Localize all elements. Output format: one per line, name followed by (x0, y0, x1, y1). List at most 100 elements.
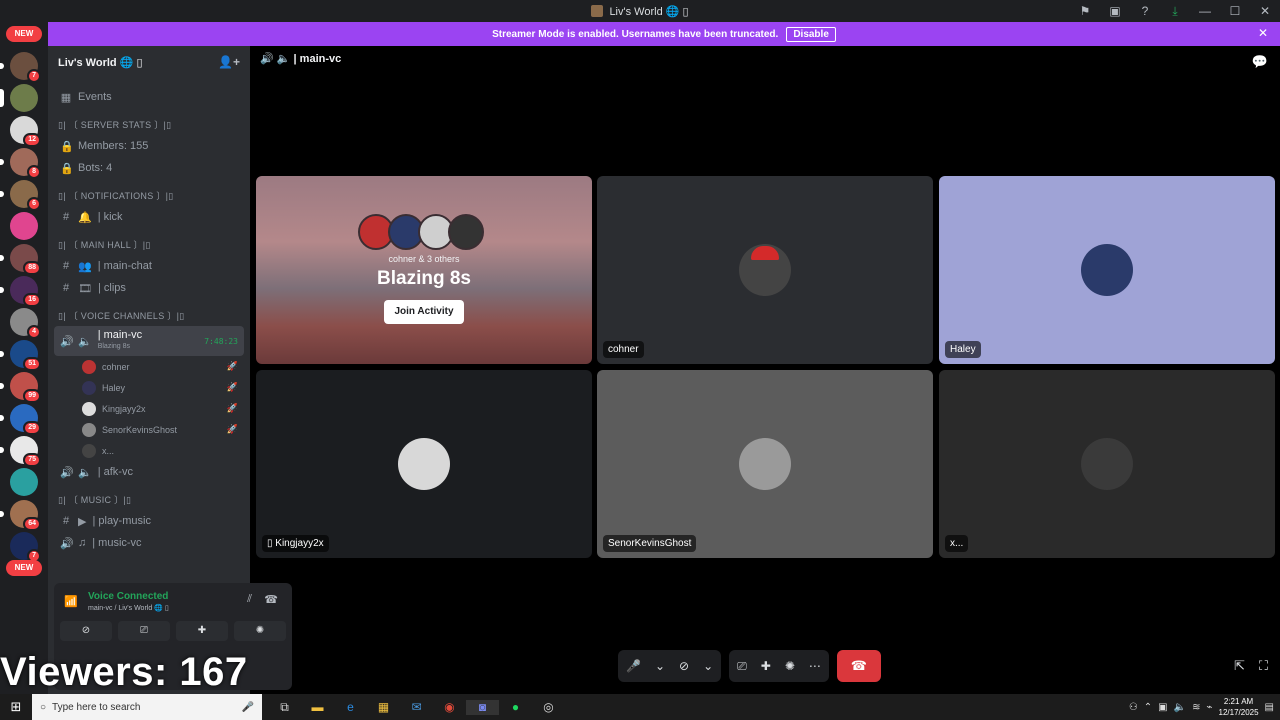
activity-tile[interactable]: cohner & 3 others Blazing 8s Join Activi… (256, 176, 592, 364)
app-icon[interactable]: ◎ (532, 700, 565, 715)
notification-icon[interactable]: ▤ (1265, 702, 1274, 713)
help-icon[interactable]: ? (1130, 4, 1160, 18)
guild-icon[interactable]: 88 (0, 244, 41, 275)
server-header[interactable]: Liv's World 🌐 ▯ 👤+ (48, 46, 250, 78)
guild-icon[interactable]: 75 (0, 436, 41, 467)
channel-clips[interactable]: # 🎞 | clips (54, 277, 244, 299)
network-icon[interactable]: ⌁ (1206, 702, 1212, 713)
participant-tile[interactable]: Haley (939, 176, 1275, 364)
task-view-icon[interactable]: ⧉ (268, 700, 301, 715)
edge-icon[interactable]: e (334, 700, 367, 715)
chat-icon[interactable]: 💬 (1252, 54, 1268, 70)
voice-status[interactable]: Voice Connected (88, 591, 168, 602)
channel-music-vc[interactable]: 🔊 ♫ | music-vc (54, 532, 244, 554)
taskbar-search[interactable]: ○ Type here to search 🎤 (32, 694, 262, 720)
participant-tile[interactable]: ▯ Kingjayy2x (256, 370, 592, 558)
guild-icon[interactable]: 8 (0, 148, 41, 179)
participant-tile[interactable]: SenorKevinsGhost (597, 370, 933, 558)
category-voice-channels[interactable]: ▯| 〔 VOICE CHANNELS 〕|▯ (54, 299, 244, 326)
guild-icon[interactable]: 99 (0, 372, 41, 403)
file-explorer-icon[interactable]: ▬ (301, 700, 334, 715)
channel-afk-vc[interactable]: 🔊 🔈 | afk-vc (54, 461, 244, 483)
vc-user-item[interactable]: cohner 🚀 (54, 356, 244, 377)
windows-start-icon[interactable]: ⊞ (0, 699, 32, 715)
popout-icon[interactable]: ⇱ (1234, 658, 1245, 674)
channel-list: ▦ Events ▯| 〔 SERVER STATS 〕|▯ 🔒 Members: … (48, 86, 250, 554)
close-icon[interactable]: ✕ (1250, 4, 1280, 18)
noise-suppression-icon[interactable]: ⫽ (247, 593, 252, 606)
inbox-icon[interactable]: ▣ (1100, 4, 1130, 18)
category-server-stats[interactable]: ▯| 〔 SERVER STATS 〕|▯ (54, 108, 244, 135)
screen-share-icon[interactable]: ⎚ (737, 659, 747, 674)
channel-main-vc[interactable]: 🔊 🔈 | main-vc Blazing 8s 7:48:23 (54, 326, 244, 356)
mention-badge: 88 (23, 261, 41, 275)
discord-taskbar-icon[interactable]: ◙ (466, 699, 499, 715)
vc-user-item[interactable]: Kingjayy2x 🚀 (54, 398, 244, 419)
clock[interactable]: 2:21 AM 12/17/2025 (1219, 696, 1259, 718)
guild-icon[interactable]: 29 (0, 404, 41, 435)
download-icon[interactable]: ⤓ (1160, 4, 1190, 19)
channel-label: | music-vc (92, 537, 142, 549)
camera-off-button[interactable]: ⊘ (60, 621, 112, 641)
banner-close-icon[interactable]: ✕ (1258, 26, 1268, 40)
vc-user-item[interactable]: x... (54, 440, 244, 461)
wifi-icon[interactable]: ≋ (1192, 702, 1200, 713)
more-icon[interactable]: ⋯ (809, 659, 821, 673)
mention-badge: 64 (23, 517, 41, 531)
people-icon[interactable]: ⚇ (1129, 702, 1138, 713)
join-activity-button[interactable]: Join Activity (384, 300, 464, 324)
activities-icon[interactable]: ✚ (761, 659, 771, 673)
vc-user-item[interactable]: SenorKevinsGhost 🚀 (54, 419, 244, 440)
guild-icon[interactable] (10, 468, 38, 496)
guild-icon[interactable]: 6 (0, 180, 41, 211)
screen-share-button[interactable]: ⎚ (118, 621, 170, 641)
chevron-down-icon[interactable]: ⌄ (703, 659, 713, 673)
soundboard-icon[interactable]: ✺ (785, 659, 795, 673)
channel-bots[interactable]: 🔒 Bots: 4 (54, 157, 244, 179)
microphone-icon[interactable]: 🎤 (242, 702, 254, 713)
guild-icon[interactable] (10, 212, 38, 240)
camera-icon[interactable]: ▣ (1158, 702, 1167, 713)
guild-icon[interactable]: 12 (10, 116, 41, 147)
chevron-up-icon[interactable]: ⌃ (1144, 702, 1152, 713)
category-main-hall[interactable]: ▯| 〔 MAIN HALL 〕|▯ (54, 228, 244, 255)
guild-icon[interactable]: 64 (0, 500, 41, 531)
signal-icon[interactable]: 📶 (64, 595, 78, 608)
channel-kick[interactable]: # 🔔 | kick (54, 206, 244, 228)
date: 12/17/2025 (1218, 708, 1259, 717)
participant-tile[interactable]: cohner (597, 176, 933, 364)
mail-icon[interactable]: ✉ (400, 700, 433, 715)
camera-off-icon[interactable]: ⊘ (679, 659, 689, 673)
vc-user-item[interactable]: Haley 🚀 (54, 377, 244, 398)
events-item[interactable]: ▦ Events (54, 86, 244, 108)
volume-icon[interactable]: 🔈 (1174, 702, 1186, 713)
avatar (82, 443, 96, 458)
guild-icon[interactable]: 16 (0, 276, 41, 307)
category-notifications[interactable]: ▯| 〔 NOTIFICATIONS 〕|▯ (54, 179, 244, 206)
guild-icon[interactable]: 51 (0, 340, 41, 371)
minimize-icon[interactable]: — (1190, 4, 1220, 18)
activities-button[interactable]: ✚ (176, 621, 228, 641)
disconnect-icon[interactable]: ☎ (264, 593, 278, 606)
fullscreen-icon[interactable]: ⛶ (1259, 658, 1268, 674)
disable-streamer-mode-button[interactable]: Disable (786, 26, 836, 42)
flag-icon[interactable]: ⚑ (1070, 4, 1100, 18)
soundboard-button[interactable]: ✺ (234, 621, 286, 641)
microphone-icon[interactable]: 🎤 (626, 659, 641, 673)
maximize-icon[interactable]: ☐ (1220, 4, 1250, 18)
disconnect-button[interactable]: ☎ (836, 650, 881, 682)
channel-members[interactable]: 🔒 Members: 155 (54, 135, 244, 157)
category-music[interactable]: ▯| 〔 MUSIC 〕|▯ (54, 483, 244, 510)
guild-icon[interactable]: 4 (10, 308, 41, 339)
guild-icon[interactable] (0, 84, 38, 112)
channel-main-chat[interactable]: # 👥 | main-chat (54, 255, 244, 277)
store-icon[interactable]: ▦ (367, 700, 400, 715)
channel-play-music[interactable]: # ▶ | play-music (54, 510, 244, 532)
guild-icon[interactable]: 7 (0, 52, 41, 83)
guild-icon[interactable]: 7 (10, 532, 41, 563)
add-member-icon[interactable]: 👤+ (218, 55, 240, 69)
chevron-down-icon[interactable]: ⌄ (655, 659, 665, 673)
spotify-icon[interactable]: ● (499, 700, 532, 715)
chrome-icon[interactable]: ◉ (433, 700, 466, 715)
participant-tile[interactable]: x... (939, 370, 1275, 558)
